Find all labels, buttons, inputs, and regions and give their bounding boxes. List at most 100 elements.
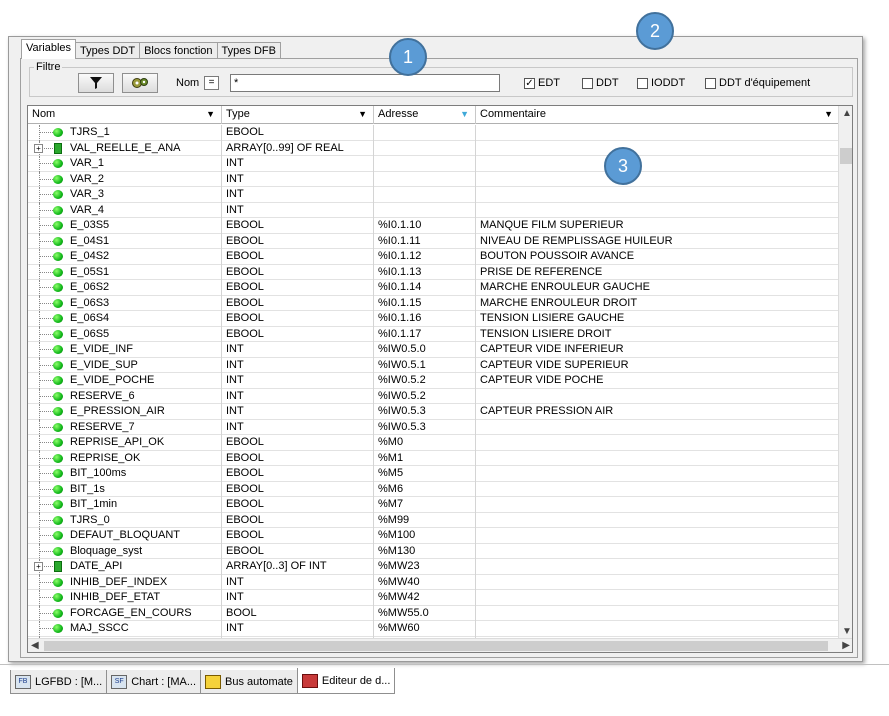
cell-commentaire[interactable] xyxy=(476,528,839,544)
cell-adresse[interactable] xyxy=(374,187,476,203)
column-commentaire-dropdown-icon[interactable]: ▼ xyxy=(824,106,833,123)
cell-commentaire[interactable] xyxy=(476,125,839,141)
cell-adresse[interactable]: %I0.1.16 xyxy=(374,311,476,327)
table-row[interactable]: E_03S5 EBOOL %I0.1.10 MANQUE FILM SUPERIEUR xyxy=(28,218,839,234)
cell-commentaire[interactable] xyxy=(476,141,839,157)
cell-adresse[interactable]: %MW23 xyxy=(374,559,476,575)
cell-nom[interactable]: BIT_1min xyxy=(28,497,222,513)
cell-adresse[interactable]: %IW0.5.3 xyxy=(374,404,476,420)
column-header-nom[interactable]: Nom ▼ xyxy=(28,106,222,124)
cell-type[interactable]: INT xyxy=(222,357,374,373)
table-row[interactable]: E_06S2 EBOOL %I0.1.14 MARCHE ENROULEUR GAUC… xyxy=(28,280,839,296)
table-row[interactable]: E_PRESSION_AIR INT %IW0.5.3 CAPTEUR PRESSIO… xyxy=(28,404,839,420)
table-row[interactable]: DEFAUT_BLOQUANT EBOOL %M100 xyxy=(28,528,839,544)
scroll-up-icon[interactable]: ▲ xyxy=(842,108,852,119)
cell-commentaire[interactable]: CAPTEUR VIDE POCHE xyxy=(476,373,839,389)
cell-type[interactable]: EBOOL xyxy=(222,497,374,513)
cell-commentaire[interactable]: CAPTEUR VIDE INFERIEUR xyxy=(476,342,839,358)
cell-adresse[interactable]: %MW60 xyxy=(374,621,476,637)
cell-adresse[interactable]: %M6 xyxy=(374,481,476,497)
cell-nom[interactable]: E_04S2 xyxy=(28,249,222,265)
cell-commentaire[interactable] xyxy=(476,590,839,606)
cell-nom[interactable]: RESERVE_6 xyxy=(28,388,222,404)
cell-commentaire[interactable] xyxy=(476,156,839,172)
cell-commentaire[interactable] xyxy=(476,420,839,436)
cell-adresse[interactable]: %I0.1.12 xyxy=(374,249,476,265)
cell-commentaire[interactable] xyxy=(476,513,839,529)
cell-nom[interactable]: E_05S1 xyxy=(28,264,222,280)
cell-commentaire[interactable]: TENSION LISIERE DROIT xyxy=(476,327,839,343)
cell-adresse[interactable]: %I0.1.10 xyxy=(374,218,476,234)
cell-adresse[interactable]: %M7 xyxy=(374,497,476,513)
tab-blocs-fonction[interactable]: Blocs fonction xyxy=(139,42,218,59)
cell-commentaire[interactable] xyxy=(476,172,839,188)
cell-type[interactable]: EBOOL xyxy=(222,481,374,497)
table-row[interactable]: E_VIDE_INF INT %IW0.5.0 CAPTEUR VIDE INFERI… xyxy=(28,342,839,358)
cell-commentaire[interactable]: CAPTEUR VIDE SUPERIEUR xyxy=(476,358,839,374)
cell-commentaire[interactable]: MARCHE ENROULEUR DROIT xyxy=(476,296,839,312)
cell-adresse[interactable] xyxy=(374,171,476,187)
column-header-type[interactable]: Type ▼ xyxy=(222,106,374,124)
table-row[interactable]: FORCAGE_EN_COURS BOOL %MW55.0 xyxy=(28,605,839,621)
column-adresse-sort-icon[interactable]: ▼ xyxy=(460,106,469,123)
cell-adresse[interactable] xyxy=(374,140,476,156)
cell-nom[interactable]: BIT_1s xyxy=(28,481,222,497)
table-row[interactable]: RESERVE_6 INT %IW0.5.2 xyxy=(28,388,839,404)
checkbox-ddt-box[interactable] xyxy=(582,77,593,89)
cell-commentaire[interactable] xyxy=(476,203,839,219)
checkbox-ddt[interactable]: DDT xyxy=(582,77,619,89)
table-row[interactable]: MAJ_SSCC INT %MW60 xyxy=(28,621,839,637)
name-filter-input[interactable] xyxy=(230,74,500,92)
cell-nom[interactable]: FORCAGE_EN_COURS xyxy=(28,605,222,621)
cell-nom[interactable]: REPRISE_OK xyxy=(28,450,222,466)
cell-type[interactable]: INT xyxy=(222,574,374,590)
workspace-tab-chart[interactable]: SF Chart : [MA... xyxy=(106,670,202,694)
table-row[interactable]: REPRISE_API_OK EBOOL %M0 xyxy=(28,435,839,451)
cell-adresse[interactable]: %I0.1.17 xyxy=(374,326,476,342)
column-header-adresse[interactable]: Adresse ▼ xyxy=(374,106,476,124)
table-row[interactable]: Bloquage_syst EBOOL %M130 xyxy=(28,543,839,559)
cell-adresse[interactable]: %M99 xyxy=(374,512,476,528)
cell-nom[interactable]: E_06S5 xyxy=(28,326,222,342)
cell-type[interactable]: BOOL xyxy=(222,605,374,621)
table-row[interactable]: + DATE_API ARRAY[0..3] OF INT %MW23 xyxy=(28,559,839,575)
cell-adresse[interactable]: %M1 xyxy=(374,450,476,466)
cell-nom[interactable]: + DATE_API xyxy=(28,559,222,575)
cell-type[interactable]: EBOOL xyxy=(222,528,374,544)
table-row[interactable]: INHIB_DEF_ETAT INT %MW42 xyxy=(28,590,839,606)
cell-type[interactable]: INT xyxy=(222,590,374,606)
cell-type[interactable]: EBOOL xyxy=(222,280,374,296)
table-row[interactable]: REPRISE_OK EBOOL %M1 xyxy=(28,450,839,466)
cell-type[interactable]: EBOOL xyxy=(222,264,374,280)
expand-icon[interactable]: + xyxy=(34,562,43,571)
cell-nom[interactable]: VAR_3 xyxy=(28,187,222,203)
cell-nom[interactable]: INHIB_DEF_INDEX xyxy=(28,574,222,590)
cell-adresse[interactable]: %M5 xyxy=(374,466,476,482)
cell-nom[interactable]: DEFAUT_BLOQUANT xyxy=(28,528,222,544)
checkbox-ioddt-box[interactable] xyxy=(637,77,648,89)
cell-type[interactable]: ARRAY[0..99] OF REAL xyxy=(222,140,374,156)
cell-nom[interactable]: VAR_2 xyxy=(28,171,222,187)
cell-adresse[interactable]: %IW0.5.1 xyxy=(374,357,476,373)
cell-nom[interactable]: E_VIDE_POCHE xyxy=(28,373,222,389)
cell-adresse[interactable]: %M0 xyxy=(374,435,476,451)
table-row[interactable]: BIT_1s EBOOL %M6 xyxy=(28,481,839,498)
cell-adresse[interactable] xyxy=(374,202,476,218)
cell-commentaire[interactable] xyxy=(476,482,839,498)
cell-type[interactable]: EBOOL xyxy=(222,326,374,342)
cell-nom[interactable]: E_03S5 xyxy=(28,218,222,234)
cell-commentaire[interactable] xyxy=(476,621,839,637)
cell-commentaire[interactable] xyxy=(476,187,839,203)
table-row[interactable]: E_04S1 EBOOL %I0.1.11 NIVEAU DE REMPLISSAGE… xyxy=(28,233,839,249)
cell-nom[interactable]: Bloquage_syst xyxy=(28,543,222,559)
cell-adresse[interactable]: %I0.1.13 xyxy=(374,264,476,280)
table-row[interactable]: VAR_1 INT xyxy=(28,156,839,172)
cell-nom[interactable]: BIT_100ms xyxy=(28,466,222,482)
workspace-tab-editeur[interactable]: Editeur de d... xyxy=(296,668,396,694)
cell-adresse[interactable] xyxy=(374,125,476,141)
table-row[interactable]: E_04S2 EBOOL %I0.1.12 BOUTON POUSSOIR AVANC… xyxy=(28,249,839,265)
cell-type[interactable]: INT xyxy=(222,187,374,203)
cell-commentaire[interactable]: MANQUE FILM SUPERIEUR xyxy=(476,218,839,234)
cell-commentaire[interactable] xyxy=(476,497,839,513)
cell-adresse[interactable]: %M100 xyxy=(374,528,476,544)
